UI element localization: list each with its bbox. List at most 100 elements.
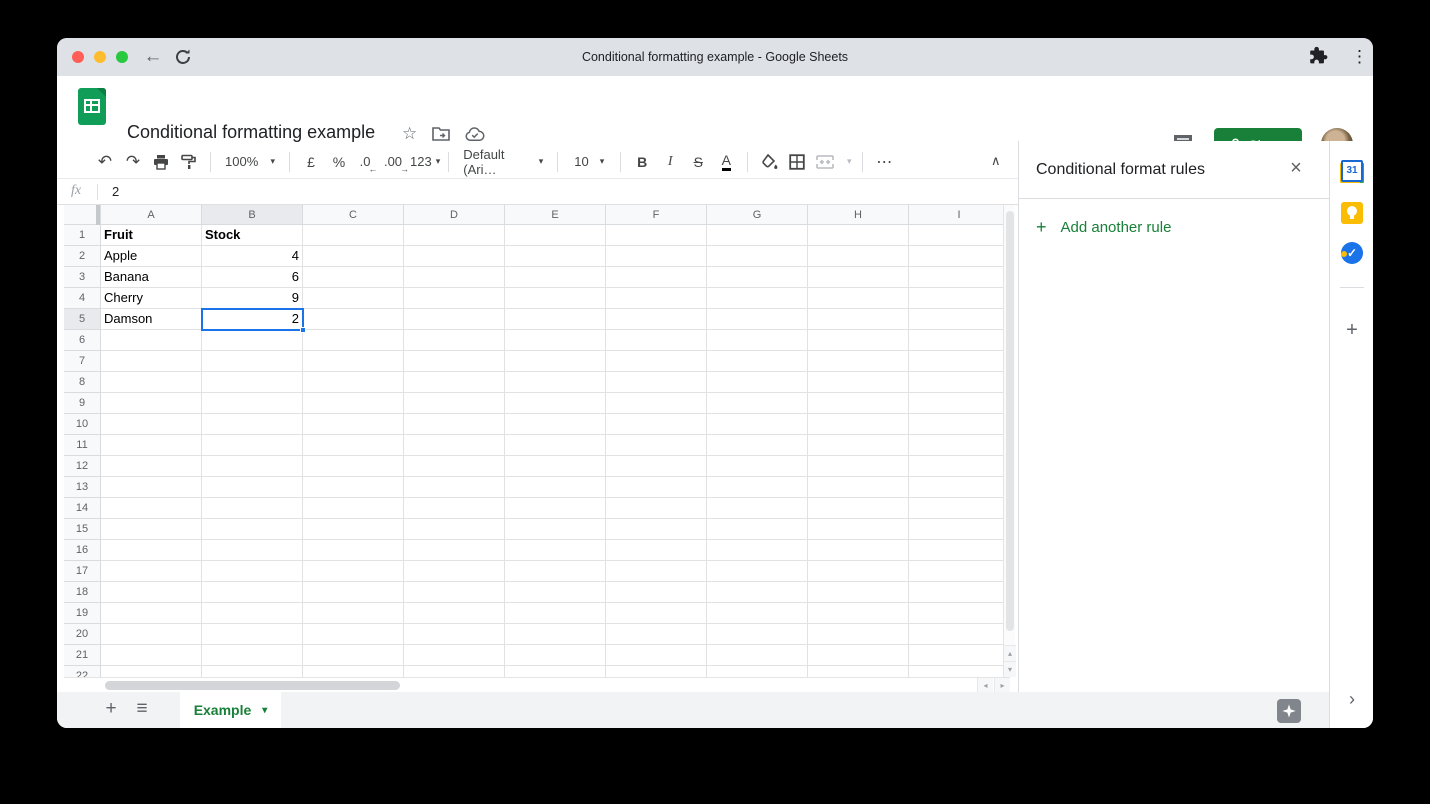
cell-A5[interactable]: Damson <box>101 309 202 330</box>
cell-C21[interactable] <box>303 645 404 666</box>
cell-I9[interactable] <box>909 393 1010 414</box>
cell-F10[interactable] <box>606 414 707 435</box>
print-icon[interactable] <box>148 150 174 174</box>
row-header-5[interactable]: 5 <box>64 309 101 330</box>
row-header-18[interactable]: 18 <box>64 582 101 603</box>
cell-C7[interactable] <box>303 351 404 372</box>
cell-D4[interactable] <box>404 288 505 309</box>
cell-B18[interactable] <box>202 582 303 603</box>
cell-H18[interactable] <box>808 582 909 603</box>
cell-G17[interactable] <box>707 561 808 582</box>
cell-C9[interactable] <box>303 393 404 414</box>
cell-A15[interactable] <box>101 519 202 540</box>
cell-C1[interactable] <box>303 225 404 246</box>
cell-I18[interactable] <box>909 582 1010 603</box>
cell-G7[interactable] <box>707 351 808 372</box>
cell-I15[interactable] <box>909 519 1010 540</box>
cell-G3[interactable] <box>707 267 808 288</box>
cell-E10[interactable] <box>505 414 606 435</box>
cell-F7[interactable] <box>606 351 707 372</box>
cell-F2[interactable] <box>606 246 707 267</box>
cell-C11[interactable] <box>303 435 404 456</box>
cell-F21[interactable] <box>606 645 707 666</box>
cell-H8[interactable] <box>808 372 909 393</box>
cell-D20[interactable] <box>404 624 505 645</box>
cell-I16[interactable] <box>909 540 1010 561</box>
sheets-logo-icon[interactable] <box>78 88 106 125</box>
cell-D15[interactable] <box>404 519 505 540</box>
cell-F15[interactable] <box>606 519 707 540</box>
paint-format-icon[interactable] <box>176 150 202 174</box>
horizontal-scrollbar-thumb[interactable] <box>105 681 400 690</box>
star-icon[interactable]: ☆ <box>402 124 417 144</box>
row-header-12[interactable]: 12 <box>64 456 101 477</box>
add-sheet-icon[interactable]: + <box>99 698 123 720</box>
cell-C12[interactable] <box>303 456 404 477</box>
cell-H14[interactable] <box>808 498 909 519</box>
select-all-corner[interactable] <box>64 205 101 225</box>
column-header-I[interactable]: I <box>909 205 1010 225</box>
cell-D5[interactable] <box>404 309 505 330</box>
merge-cells-icon[interactable] <box>812 150 838 174</box>
cell-A12[interactable] <box>101 456 202 477</box>
cell-E1[interactable] <box>505 225 606 246</box>
row-header-21[interactable]: 21 <box>64 645 101 666</box>
cell-I21[interactable] <box>909 645 1010 666</box>
cell-B22[interactable] <box>202 666 303 677</box>
cell-G6[interactable] <box>707 330 808 351</box>
cell-A7[interactable] <box>101 351 202 372</box>
cell-B10[interactable] <box>202 414 303 435</box>
cell-E12[interactable] <box>505 456 606 477</box>
cell-I8[interactable] <box>909 372 1010 393</box>
cell-F17[interactable] <box>606 561 707 582</box>
cell-G1[interactable] <box>707 225 808 246</box>
cell-E6[interactable] <box>505 330 606 351</box>
cell-F14[interactable] <box>606 498 707 519</box>
cell-G2[interactable] <box>707 246 808 267</box>
cell-A22[interactable] <box>101 666 202 677</box>
cell-B21[interactable] <box>202 645 303 666</box>
cell-H4[interactable] <box>808 288 909 309</box>
vertical-scrollbar-thumb[interactable] <box>1006 211 1014 631</box>
increase-decimal-button[interactable]: .00→ <box>382 150 408 174</box>
cell-B9[interactable] <box>202 393 303 414</box>
cell-B14[interactable] <box>202 498 303 519</box>
cell-H5[interactable] <box>808 309 909 330</box>
row-header-19[interactable]: 19 <box>64 603 101 624</box>
selected-cell-outline[interactable] <box>201 308 304 331</box>
sheet-tab-example[interactable]: Example ▾ <box>180 692 281 728</box>
cell-H11[interactable] <box>808 435 909 456</box>
extensions-puzzle-icon[interactable] <box>1307 45 1329 69</box>
row-header-15[interactable]: 15 <box>64 519 101 540</box>
cell-C5[interactable] <box>303 309 404 330</box>
row-header-9[interactable]: 9 <box>64 393 101 414</box>
cell-H22[interactable] <box>808 666 909 677</box>
cell-H19[interactable] <box>808 603 909 624</box>
cell-B17[interactable] <box>202 561 303 582</box>
cell-D10[interactable] <box>404 414 505 435</box>
cell-F5[interactable] <box>606 309 707 330</box>
cell-F20[interactable] <box>606 624 707 645</box>
cell-E14[interactable] <box>505 498 606 519</box>
cell-E19[interactable] <box>505 603 606 624</box>
cell-D17[interactable] <box>404 561 505 582</box>
fill-handle[interactable] <box>300 327 306 333</box>
cell-H15[interactable] <box>808 519 909 540</box>
column-header-E[interactable]: E <box>505 205 606 225</box>
cell-H16[interactable] <box>808 540 909 561</box>
cell-F18[interactable] <box>606 582 707 603</box>
cell-G18[interactable] <box>707 582 808 603</box>
cell-B19[interactable] <box>202 603 303 624</box>
cell-C18[interactable] <box>303 582 404 603</box>
cell-A18[interactable] <box>101 582 202 603</box>
cell-C6[interactable] <box>303 330 404 351</box>
row-header-10[interactable]: 10 <box>64 414 101 435</box>
cell-C4[interactable] <box>303 288 404 309</box>
bold-button[interactable]: B <box>629 150 655 174</box>
close-icon[interactable]: × <box>1283 157 1309 180</box>
cell-I12[interactable] <box>909 456 1010 477</box>
cell-I2[interactable] <box>909 246 1010 267</box>
merge-caret-icon[interactable]: ▾ <box>840 150 854 174</box>
row-header-16[interactable]: 16 <box>64 540 101 561</box>
cell-E20[interactable] <box>505 624 606 645</box>
